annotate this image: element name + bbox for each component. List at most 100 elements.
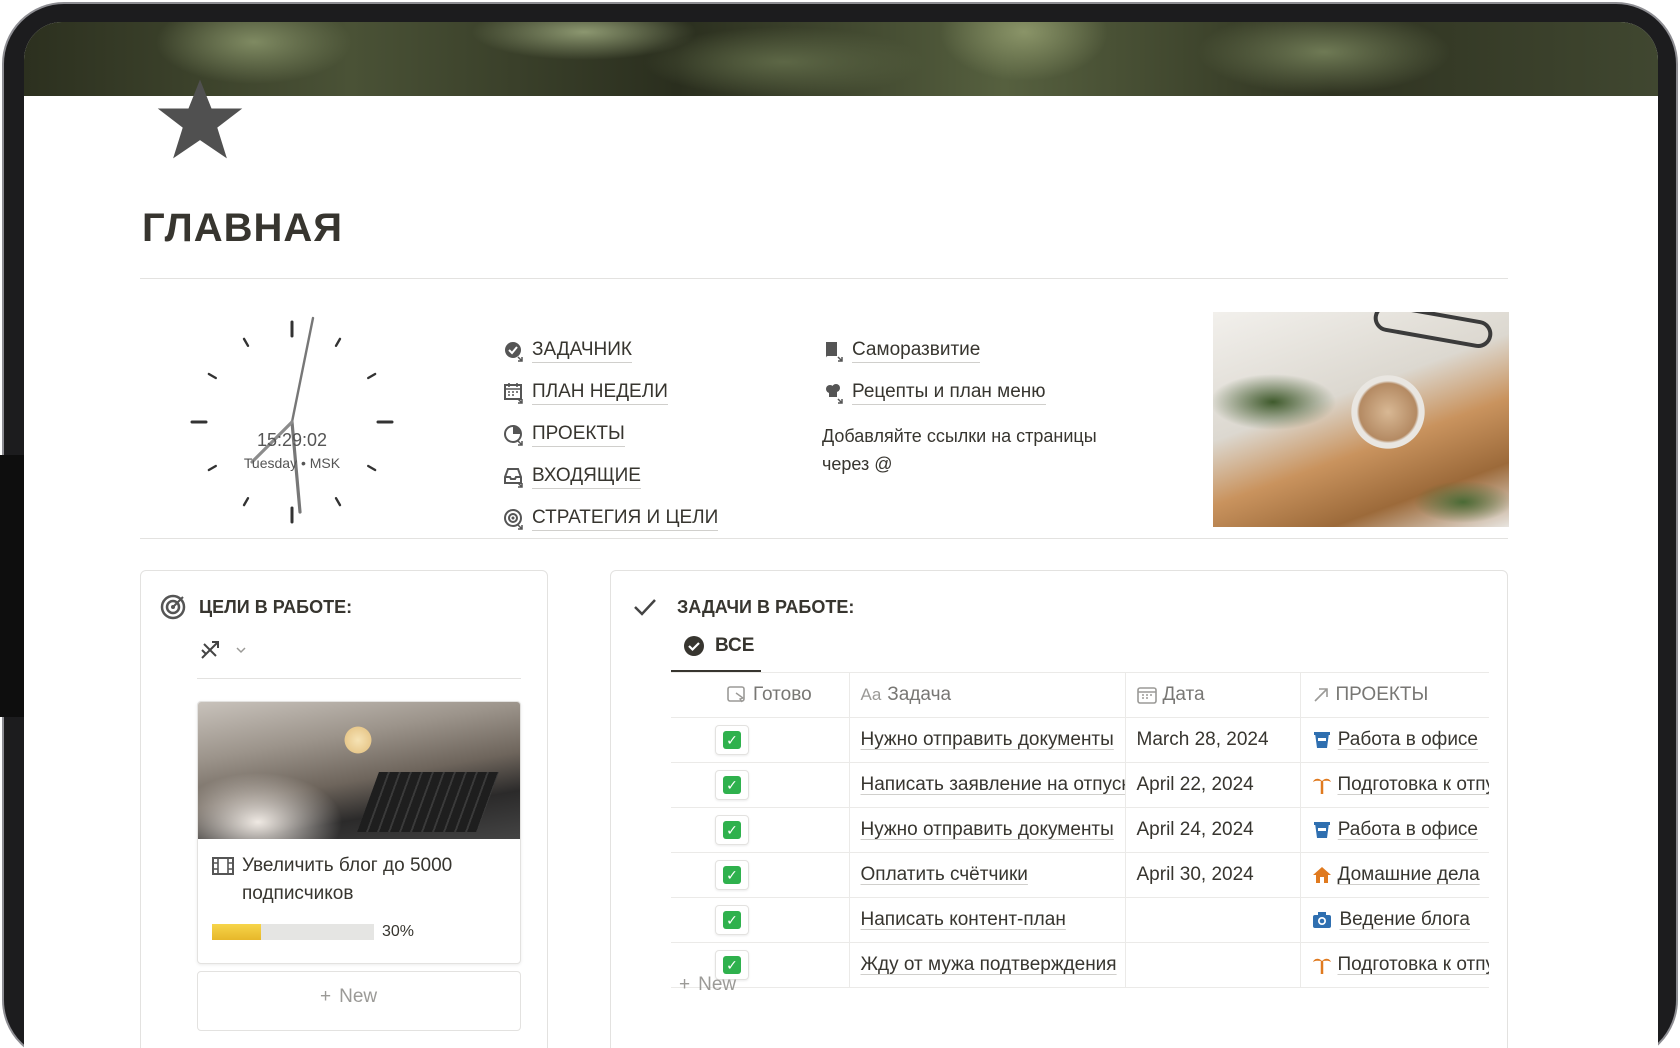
calendar-icon (1136, 687, 1157, 704)
checkmark-icon: ✓ (723, 731, 741, 749)
table-row[interactable]: ✓ Жду от мужа подтверждения Подготовка к о… (671, 942, 1490, 988)
plus-icon: + (320, 986, 332, 1007)
task-date: April 30, 2024 (1136, 864, 1254, 885)
date-cell[interactable]: April 30, 2024 (1124, 852, 1300, 898)
relation-arrow-icon (1313, 688, 1328, 702)
tab-all[interactable]: ВСЕ (683, 635, 754, 657)
project-link[interactable]: Домашние дела (1338, 864, 1480, 886)
date-cell[interactable]: April 22, 2024 (1124, 762, 1300, 808)
done-cell[interactable]: ✓ (671, 807, 849, 853)
project-cell[interactable]: Работа в офисе (1299, 717, 1489, 763)
clock-tick (334, 497, 342, 507)
divider (140, 538, 1508, 539)
column-date[interactable]: Дата (1124, 672, 1300, 718)
done-checkbox[interactable]: ✓ (715, 725, 749, 755)
inbox-icon (502, 465, 526, 489)
task-date: April 22, 2024 (1136, 774, 1254, 795)
task-cell[interactable]: Написать заявление на отпуск (848, 762, 1125, 808)
task-cell[interactable]: Написать контент-план (848, 897, 1125, 943)
project-icon (1312, 865, 1332, 885)
project-icon (1312, 910, 1334, 930)
pie-chart-icon (502, 423, 526, 447)
task-title[interactable]: Нужно отправить документы (861, 819, 1114, 841)
project-icon (1312, 820, 1332, 840)
task-cell[interactable]: Оплатить счётчики (848, 852, 1125, 898)
clock-tick (242, 497, 250, 507)
task-title[interactable]: Написать заявление на отпуск (861, 774, 1125, 796)
link-strategiya[interactable]: СТРАТЕГИЯ И ЦЕЛИ (502, 498, 719, 540)
link-label: ПРОЕКТЫ (532, 423, 625, 447)
view-switcher[interactable] (199, 639, 247, 661)
date-cell[interactable]: April 24, 2024 (1124, 807, 1300, 853)
clock-day: Tuesday • MSK (244, 455, 341, 471)
link-label: Саморазвитие (852, 339, 981, 363)
done-checkbox[interactable]: ✓ (715, 815, 749, 845)
task-cell[interactable]: Нужно отправить документы (848, 717, 1125, 763)
project-cell[interactable]: Работа в офисе (1299, 807, 1489, 853)
checkmark-icon: ✓ (723, 866, 741, 884)
task-date: April 24, 2024 (1136, 819, 1254, 840)
divider (140, 278, 1508, 279)
column-projects[interactable]: ПРОЕКТЫ (1299, 672, 1489, 718)
project-cell[interactable]: Подготовка к отпуску (1299, 942, 1490, 988)
project-link[interactable]: Работа в офисе (1338, 729, 1478, 751)
table-row[interactable]: ✓ Нужно отправить документы April 24, 2024… (671, 807, 1489, 853)
checkmark-icon: ✓ (723, 776, 741, 794)
date-cell[interactable]: March 28, 2024 (1124, 717, 1300, 763)
task-cell[interactable]: Жду от мужа подтверждения (848, 942, 1125, 988)
done-checkbox[interactable]: ✓ (715, 905, 749, 935)
project-icon (1312, 730, 1332, 750)
table-row[interactable]: ✓ Оплатить счётчики April 30, 2024 Домашние… (671, 852, 1489, 898)
project-link[interactable]: Подготовка к отпуску (1338, 774, 1490, 796)
archery-icon (201, 641, 219, 659)
film-icon (212, 857, 234, 875)
done-checkbox[interactable]: ✓ (715, 860, 749, 890)
device-frame: ГЛАВНАЯ 15:29:02 Tuesday • MSK ЗАДАЧНИК … (0, 0, 1680, 1048)
link-zadachnik[interactable]: ЗАДАЧНИК (502, 330, 718, 372)
page-title: ГЛАВНАЯ (142, 206, 344, 250)
project-link[interactable]: Ведение блога (1340, 909, 1470, 931)
goals-new-card[interactable]: + New (197, 971, 521, 1031)
task-title[interactable]: Нужно отправить документы (861, 729, 1114, 751)
done-cell[interactable]: ✓ (671, 897, 849, 943)
column-task[interactable]: Aa Задача (848, 672, 1125, 718)
table-row[interactable]: ✓ Нужно отправить документы March 28, 2024… (671, 717, 1489, 763)
done-cell[interactable]: ✓ (671, 717, 849, 763)
done-checkbox[interactable]: ✓ (715, 770, 749, 800)
task-title[interactable]: Оплатить счётчики (861, 864, 1028, 886)
coffee-photo (1213, 312, 1509, 527)
goal-cover-image (198, 702, 520, 839)
project-link[interactable]: Подготовка к отпуску (1338, 954, 1490, 976)
link-vkhodyashchie[interactable]: ВХОДЯЩИЕ (502, 456, 718, 498)
done-cell[interactable]: ✓ (671, 852, 849, 898)
done-cell[interactable]: ✓ (671, 762, 849, 808)
table-row[interactable]: ✓ Написать заявление на отпуск April 22, 2… (671, 762, 1490, 808)
project-icon (1312, 955, 1332, 975)
project-cell[interactable]: Подготовка к отпуску (1299, 762, 1490, 808)
task-date: March 28, 2024 (1136, 729, 1269, 750)
project-link[interactable]: Работа в офисе (1338, 819, 1478, 841)
task-title[interactable]: Жду от мужа подтверждения (861, 954, 1117, 976)
project-cell[interactable]: Ведение блога (1299, 897, 1489, 943)
goal-card[interactable]: Увеличить блог до 5000 подписчиков 30% (197, 701, 521, 964)
table-row[interactable]: ✓ Написать контент-план Ведение блога (671, 897, 1489, 943)
link-label: ВХОДЯЩИЕ (532, 465, 641, 489)
project-cell[interactable]: Домашние дела (1299, 852, 1489, 898)
link-label: СТРАТЕГИЯ И ЦЕЛИ (532, 507, 719, 531)
tasks-new-button[interactable]: + New (679, 974, 736, 996)
link-plan-nedeli[interactable]: ПЛАН НЕДЕЛИ (502, 372, 718, 414)
link-proekty[interactable]: ПРОЕКТЫ (502, 414, 718, 456)
quick-links-secondary: Саморазвитие Рецепты и план меню Добавля… (822, 330, 1142, 478)
column-done[interactable]: Готово (671, 672, 849, 718)
date-cell[interactable] (1124, 897, 1300, 943)
date-cell[interactable] (1124, 942, 1300, 988)
divider (197, 678, 521, 679)
goals-new-button[interactable]: + New (320, 986, 377, 1008)
calendar-icon (502, 381, 526, 405)
tasks-card: ЗАДАЧИ В РАБОТЕ: ВСЕ Готово Aa Задача Дат… (610, 570, 1508, 1048)
link-recepty[interactable]: Рецепты и план меню (822, 372, 1142, 414)
task-title[interactable]: Написать контент-план (861, 909, 1066, 931)
star-icon[interactable] (152, 72, 248, 168)
link-samorazvitie[interactable]: Саморазвитие (822, 330, 1142, 372)
task-cell[interactable]: Нужно отправить документы (848, 807, 1125, 853)
